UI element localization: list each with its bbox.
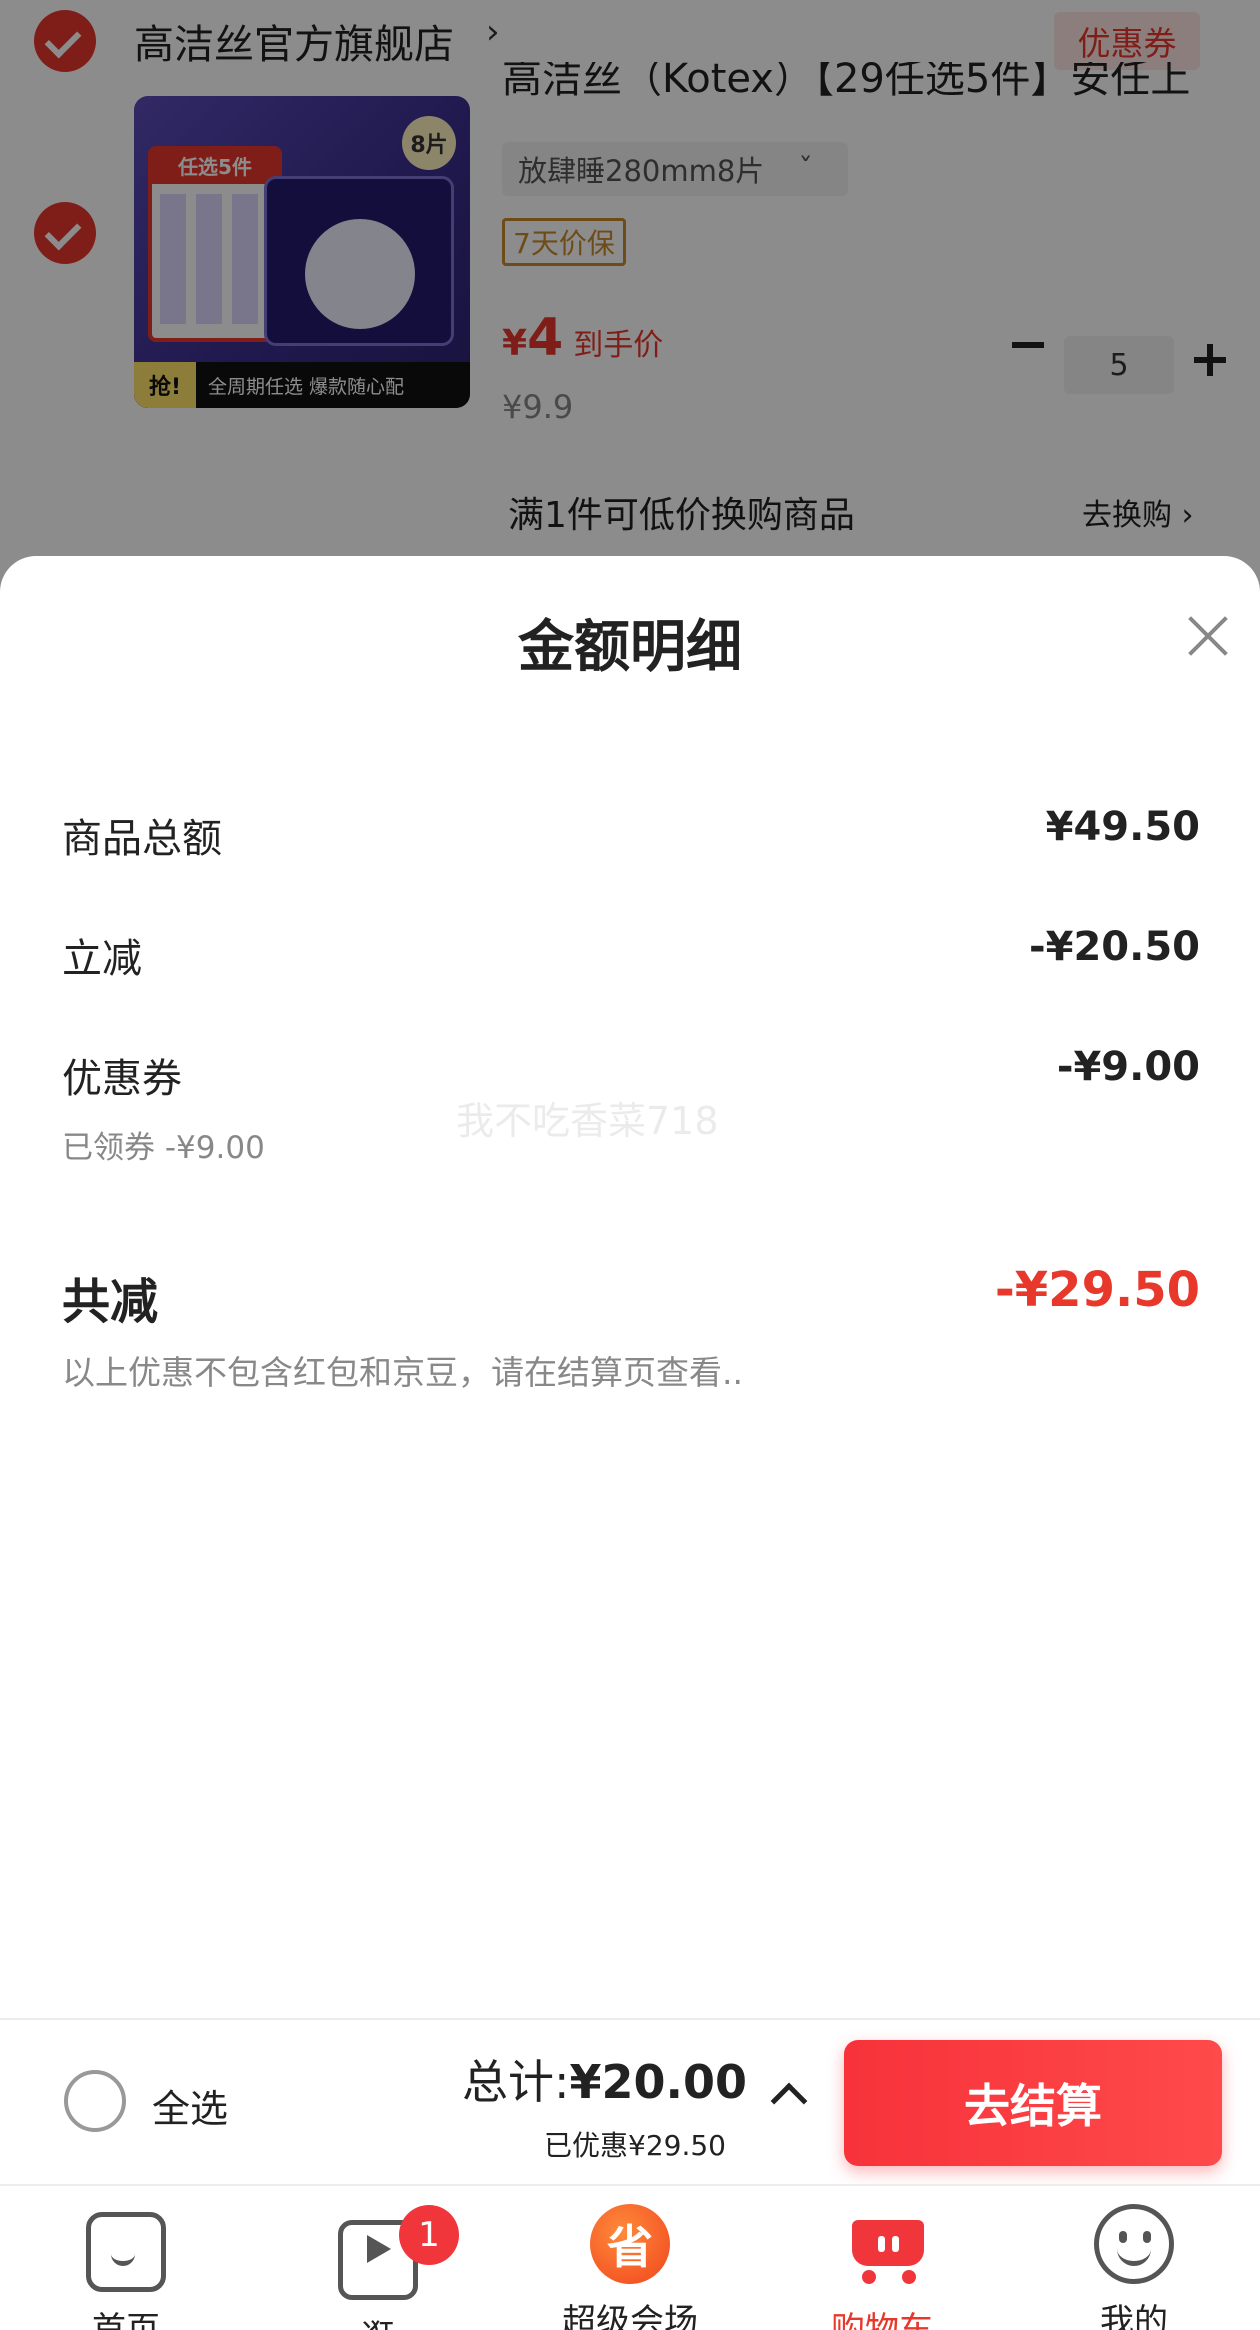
chevron-up-icon[interactable] <box>770 2082 808 2120</box>
checkout-button[interactable]: 去结算 <box>844 2040 1222 2166</box>
coupon-claimed-note: 已领券 -¥9.00 <box>62 1130 265 1166</box>
smile-face-icon <box>1094 2204 1174 2284</box>
bottom-tab-bar: 首页 1 逛 省 超级会场 购物车 我的 <box>0 2184 1260 2330</box>
instant-discount-value: -¥20.50 <box>1029 924 1200 970</box>
discount-note: 以上优惠不包含红包和京豆，请在结算页查看.. <box>62 1353 743 1392</box>
tab-browse-label: 逛 <box>288 2310 468 2330</box>
order-saved: 已优惠¥29.50 <box>544 2129 726 2162</box>
order-total: 总计:¥20.00 <box>462 2055 748 2109</box>
tab-browse[interactable]: 1 逛 <box>288 2204 468 2330</box>
home-icon <box>86 2212 166 2292</box>
tab-home-label: 首页 <box>92 2310 160 2330</box>
tab-me[interactable]: 我的 <box>1044 2204 1224 2330</box>
video-icon: 1 <box>338 2205 459 2300</box>
cart-icon <box>842 2212 924 2292</box>
goods-total-label: 商品总额 <box>62 816 222 862</box>
tab-me-label: 我的 <box>1100 2302 1168 2330</box>
tab-home[interactable]: 首页 <box>36 2204 216 2330</box>
super-venue-icon: 省 <box>590 2204 670 2284</box>
total-discount-value: -¥29.50 <box>994 1262 1200 1318</box>
coupon-value: -¥9.00 <box>1056 1044 1200 1090</box>
instant-discount-label: 立减 <box>62 936 142 982</box>
close-icon[interactable] <box>1182 610 1234 662</box>
modal-overlay[interactable] <box>0 0 1260 600</box>
coupon-label: 优惠券 <box>62 1056 182 1102</box>
settlement-bar: 全选 总计:¥20.00 已优惠¥29.50 去结算 <box>0 2018 1260 2184</box>
watermark: 我不吃香菜718 <box>456 1099 719 1143</box>
select-all-radio[interactable] <box>64 2070 126 2132</box>
tab-super-venue-label: 超级会场 <box>562 2302 698 2330</box>
tab-super-venue[interactable]: 省 超级会场 <box>540 2204 720 2330</box>
amount-detail-sheet: 金额明细 商品总额 ¥49.50 立减 -¥20.50 优惠券 -¥9.00 已… <box>0 556 1260 2018</box>
tab-cart[interactable]: 购物车 <box>792 2204 972 2330</box>
total-discount-label: 共减 <box>62 1274 159 1330</box>
goods-total-value: ¥49.50 <box>1045 804 1200 850</box>
select-all-label[interactable]: 全选 <box>152 2078 228 2133</box>
notification-badge: 1 <box>399 2205 459 2265</box>
sheet-title: 金额明细 <box>518 615 742 680</box>
tab-cart-label: 购物车 <box>831 2310 933 2330</box>
